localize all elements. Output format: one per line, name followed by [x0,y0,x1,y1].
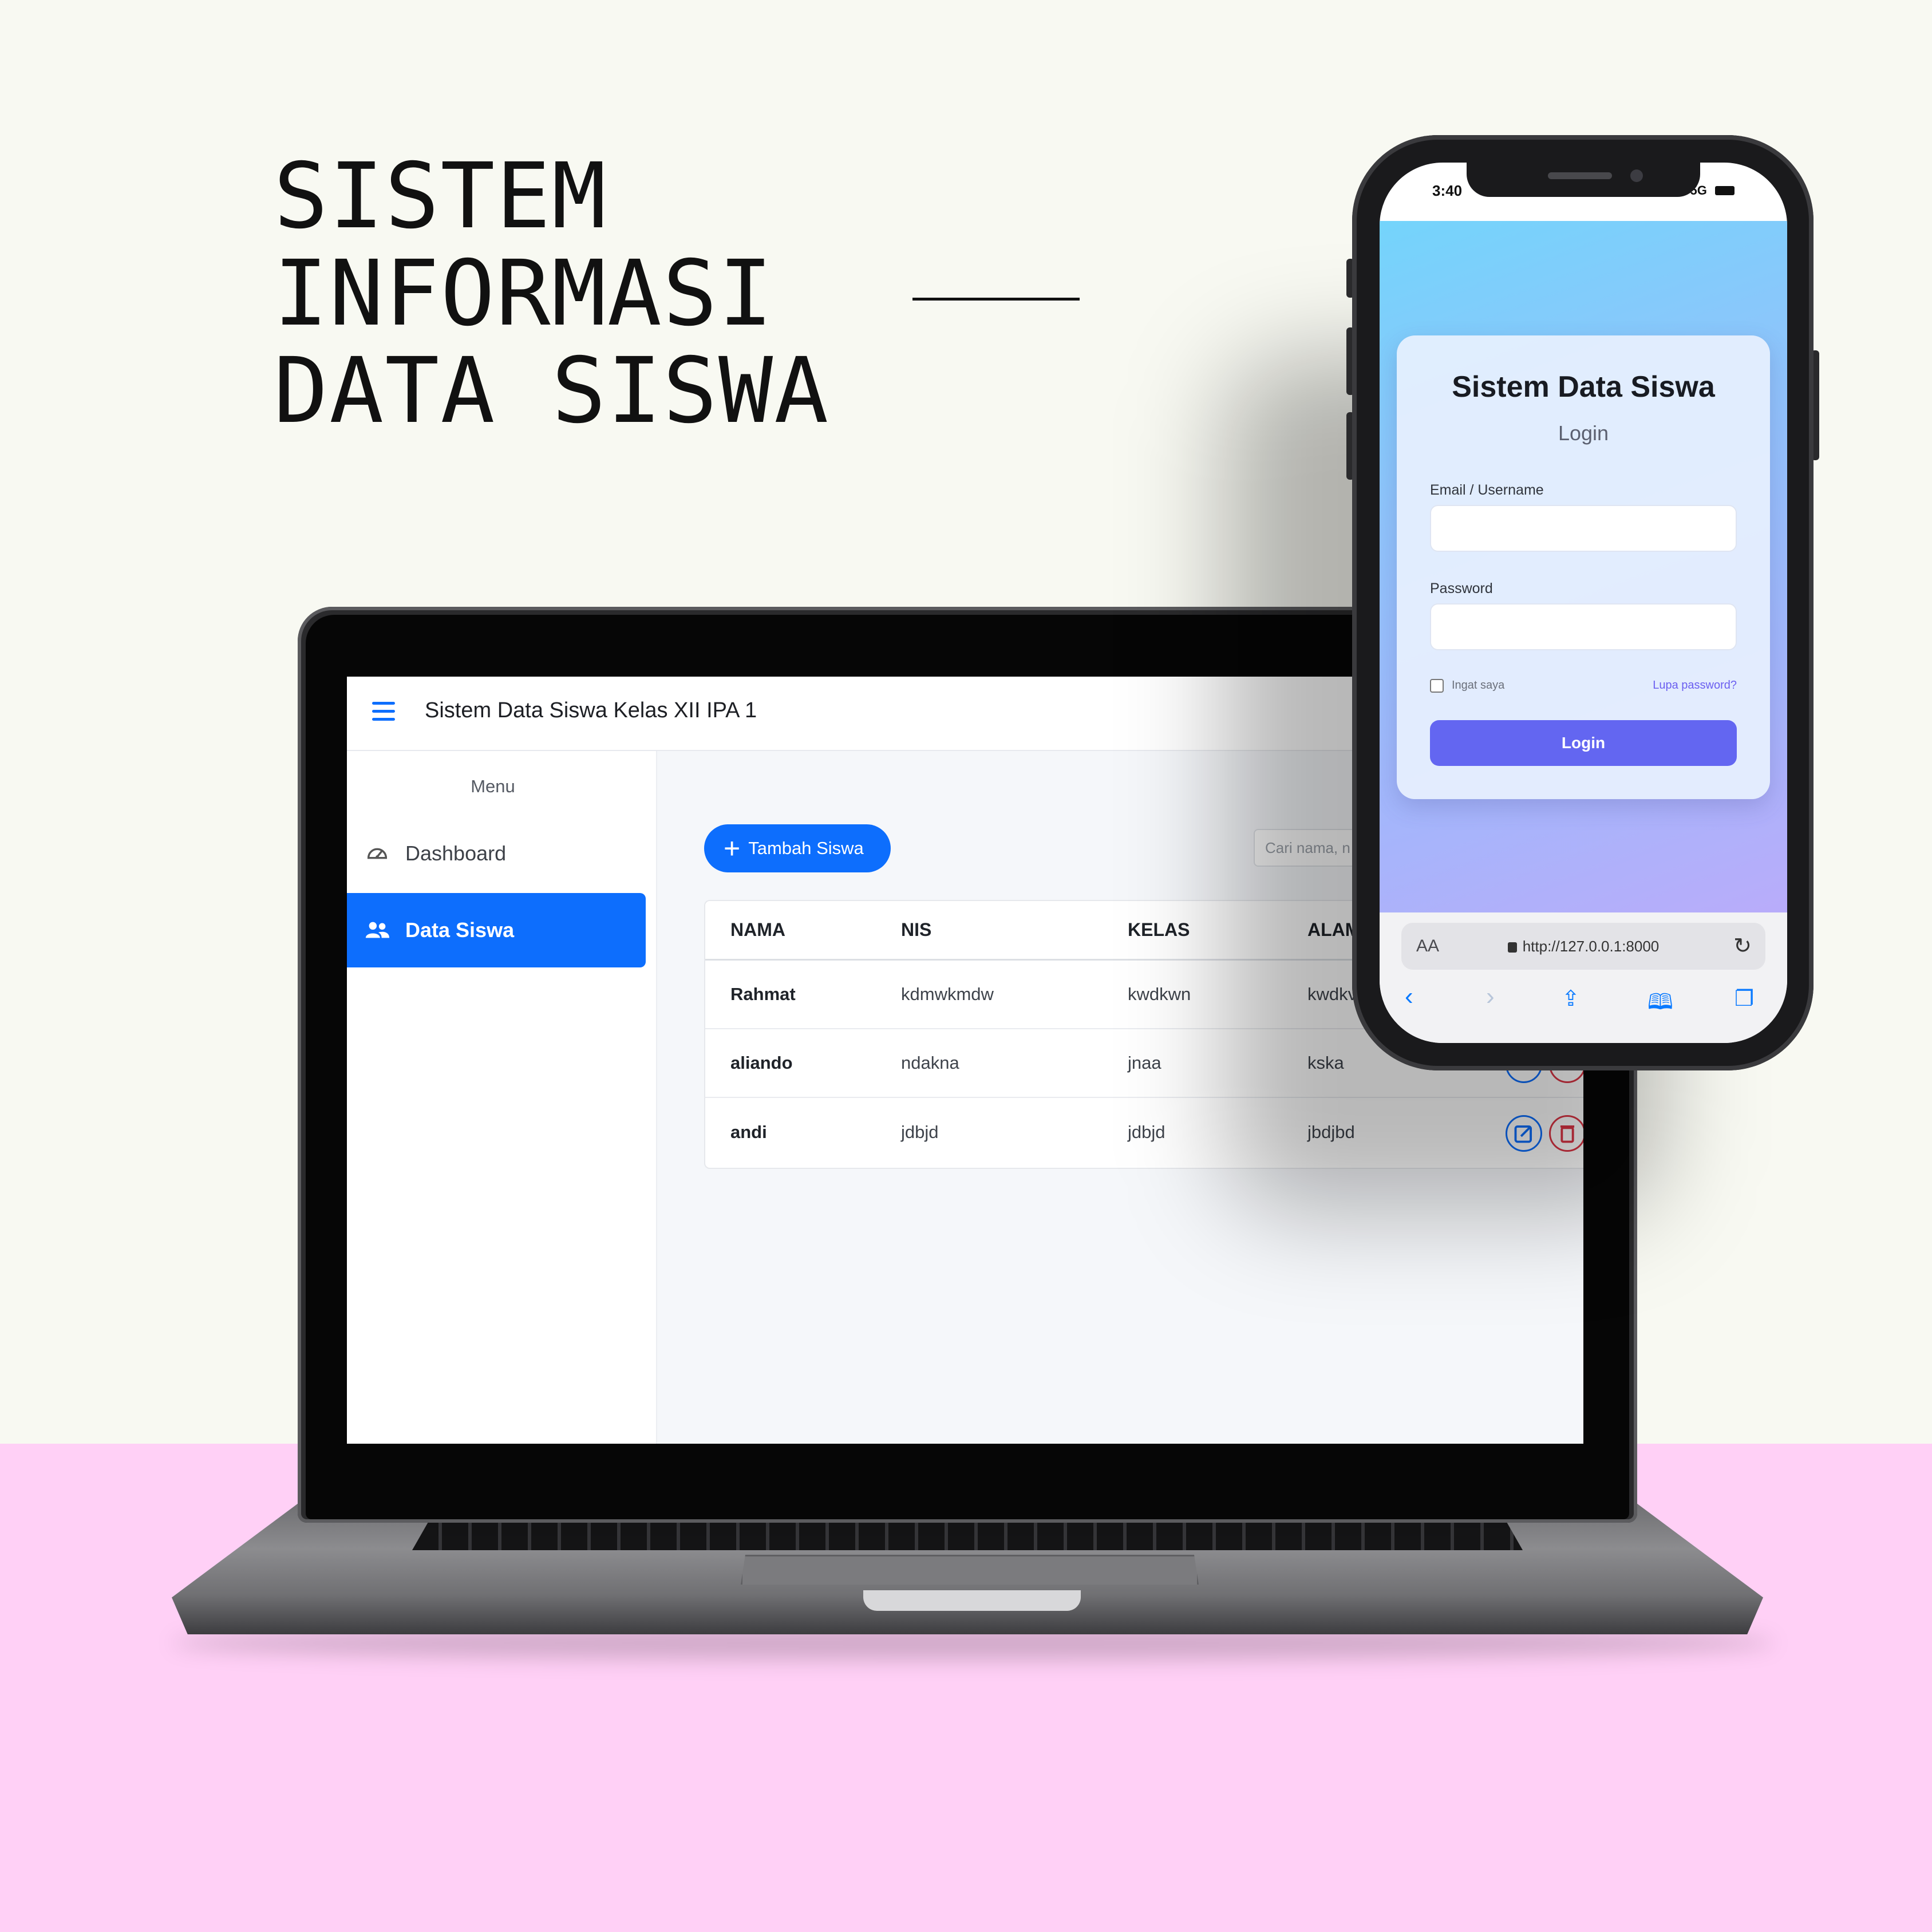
laptop-hinge-notch [863,1590,1081,1611]
headline-line-1: SISTEM [274,144,607,249]
share-icon[interactable]: ⇪ [1562,986,1580,1012]
login-button[interactable]: Login [1430,720,1737,766]
sidebar: Menu Dashboard Data Siswa [347,751,657,1444]
cell-nama: Rahmat [730,984,796,1004]
battery-icon [1715,186,1735,195]
menu-label: Menu [471,776,515,796]
login-card: Sistem Data Siswa Login Email / Username… [1397,335,1770,799]
app-title: Sistem Data Siswa Kelas XII IPA 1 [425,698,757,722]
phone-speaker [1548,172,1612,179]
phone-camera [1630,169,1643,182]
forgot-password-link[interactable]: Lupa password? [1653,679,1737,692]
cell-kelas: kwdkwn [1128,984,1191,1004]
cell-nis: ndakna [901,1053,959,1073]
login-subtitle: Login [1558,421,1609,445]
address-bar[interactable]: AA http://127.0.0.1:8000 ↻ [1401,923,1765,970]
column-header-kelas: KELAS [1128,919,1190,940]
email-label: Email / Username [1430,482,1544,498]
column-header-nis: NIS [901,919,932,940]
sidebar-item-label: Data Siswa [405,918,515,942]
password-field[interactable] [1430,603,1737,650]
password-label: Password [1430,580,1493,596]
hamburger-menu-icon[interactable] [372,702,395,721]
users-icon [365,922,390,938]
email-field[interactable] [1430,505,1737,552]
phone-screen: 3:40 5G Sistem Data Siswa Login Email / … [1380,163,1787,1043]
cell-nis: kdmwkmdw [901,984,994,1004]
cell-kelas: jdbjd [1128,1122,1165,1142]
cell-kelas: jnaa [1128,1053,1161,1073]
status-time: 3:40 [1432,182,1463,199]
sidebar-item-data-siswa[interactable]: Data Siswa [347,893,646,967]
tabs-icon[interactable]: ❐ [1735,986,1754,1012]
forward-icon[interactable]: › [1486,982,1495,1011]
back-icon[interactable]: ‹ [1405,982,1413,1011]
remember-label: Ingat saya [1452,679,1505,692]
login-background: Sistem Data Siswa Login Email / Username… [1380,221,1787,914]
speedometer-icon [367,848,388,859]
sidebar-item-dashboard[interactable]: Dashboard [347,816,646,891]
headline-rule [912,298,1080,301]
plus-icon: + [724,832,741,864]
column-header-nama: NAMA [730,919,785,940]
browser-toolbar: AA http://127.0.0.1:8000 ↻ ‹ › ⇪ 🕮 ❐ [1380,912,1787,1043]
reload-icon[interactable]: ↻ [1733,933,1752,959]
phone-notch [1467,161,1700,197]
lock-icon [1507,942,1517,953]
url-text: http://127.0.0.1:8000 [1522,938,1660,955]
cell-nis: jdbjd [901,1122,939,1142]
add-student-label: Tambah Siswa [748,838,864,858]
laptop-trackpad [741,1555,1199,1585]
headline-line-3: DATA SISWA [274,338,830,444]
headline: SISTEM INFORMASI DATA SISWA [274,148,829,440]
cell-nama: aliando [730,1053,793,1073]
url-display: http://127.0.0.1:8000 [1401,938,1765,955]
sidebar-item-label: Dashboard [405,841,507,865]
login-title: Sistem Data Siswa [1452,370,1715,404]
remember-checkbox[interactable] [1430,679,1444,693]
add-student-button[interactable]: + Tambah Siswa [704,824,891,872]
cell-nama: andi [730,1122,767,1142]
bookmarks-icon[interactable]: 🕮 [1647,986,1673,1023]
headline-line-2: INFORMASI [274,241,775,346]
